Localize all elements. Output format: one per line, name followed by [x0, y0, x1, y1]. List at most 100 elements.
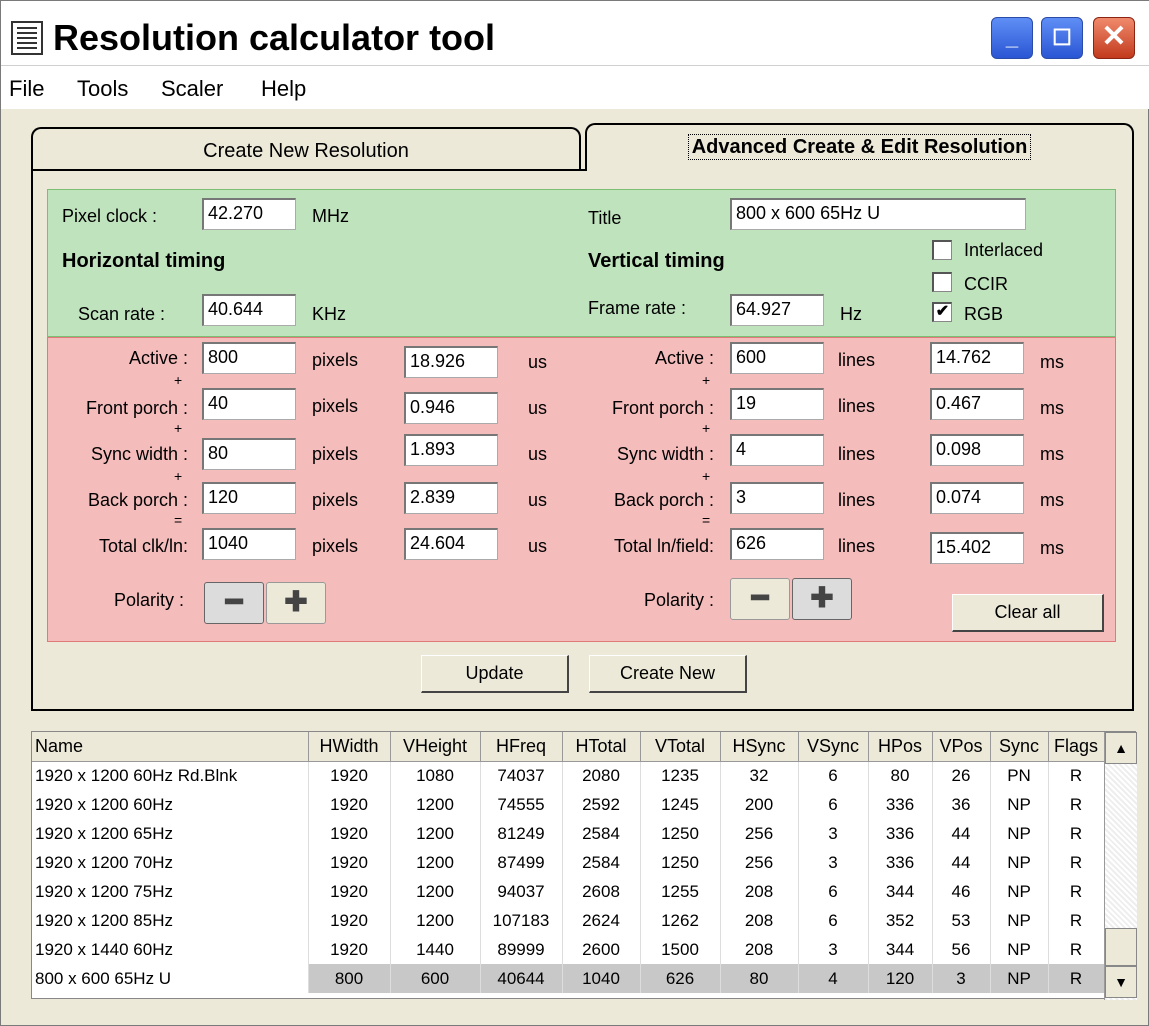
table-cell-sync: NP — [990, 906, 1049, 935]
column-header-flags[interactable]: Flags — [1048, 732, 1105, 762]
v-total-ms-input[interactable]: 15.402 — [930, 532, 1024, 564]
v-front-porch-lines-input[interactable]: 19 — [730, 388, 824, 420]
table-row[interactable]: 1920 x 1200 85Hz 1920 1200 107183 2624 1262 20… — [32, 906, 1105, 935]
column-header-vsync[interactable]: VSync — [798, 732, 869, 762]
column-header-name[interactable]: Name — [32, 732, 309, 762]
column-header-htotal[interactable]: HTotal — [562, 732, 641, 762]
h-us-unit: us — [528, 352, 548, 372]
clear-all-button[interactable]: Clear all — [952, 594, 1104, 632]
table-row[interactable]: 800 x 600 65Hz U 800 600 40644 1040 626 80 4 120… — [32, 964, 1105, 993]
table-cell-vpos: 44 — [932, 819, 991, 848]
table-cell-name: 1920 x 1200 60Hz Rd.Blnk — [32, 761, 309, 790]
vertical-scrollbar[interactable]: ▲ ▼ — [1104, 732, 1137, 1000]
menu-help[interactable]: Help — [261, 76, 306, 102]
scroll-down-arrow-icon[interactable]: ▼ — [1105, 966, 1137, 998]
ccir-checkbox[interactable] — [932, 272, 952, 292]
close-button[interactable]: ✕ — [1093, 17, 1135, 59]
title-input[interactable]: 800 x 600 65Hz U — [730, 198, 1026, 230]
h-polarity-minus-button[interactable]: ━ — [204, 582, 264, 624]
scan-rate-input[interactable]: 40.644 — [202, 294, 296, 326]
table-cell-flags: R — [1048, 819, 1105, 848]
table-cell-hpos: 336 — [868, 848, 933, 877]
v-active-ms-input[interactable]: 14.762 — [930, 342, 1024, 374]
v-total-lines-input[interactable]: 626 — [730, 528, 824, 560]
h-sync-width-us-input[interactable]: 1.893 — [404, 434, 498, 466]
v-polarity-plus-button[interactable]: ✚ — [792, 578, 852, 620]
table-row[interactable]: 1920 x 1200 60Hz Rd.Blnk 1920 1080 74037 208… — [32, 761, 1105, 790]
pixel-clock-label: Pixel clock : — [62, 206, 158, 226]
h-polarity-plus-button[interactable]: ✚ — [266, 582, 326, 624]
v-lines-unit: lines — [838, 536, 876, 556]
tab-advanced-create-edit[interactable]: Advanced Create & Edit Resolution — [585, 123, 1134, 171]
menu-file[interactable]: File — [9, 76, 44, 102]
update-button[interactable]: Update — [421, 655, 569, 693]
h-active-pixels-input[interactable]: 800 — [202, 342, 296, 374]
create-new-button-label: Create New — [619, 663, 716, 683]
v-plus-sign: + — [702, 468, 711, 484]
scroll-up-arrow-icon[interactable]: ▲ — [1105, 732, 1137, 764]
h-active-us-input[interactable]: 18.926 — [404, 346, 498, 378]
v-sync-width-ms-input[interactable]: 0.098 — [930, 434, 1024, 466]
column-header-hpos[interactable]: HPos — [868, 732, 933, 762]
menu-scaler[interactable]: Scaler — [161, 76, 223, 102]
v-back-porch-lines-input[interactable]: 3 — [730, 482, 824, 514]
table-cell-vheight: 1200 — [390, 848, 481, 877]
table-cell-sync: NP — [990, 790, 1049, 819]
column-header-vtotal[interactable]: VTotal — [640, 732, 721, 762]
h-us-unit: us — [528, 490, 548, 510]
h-front-porch-us-input[interactable]: 0.946 — [404, 392, 498, 424]
table-cell-vpos: 44 — [932, 848, 991, 877]
rgb-label: RGB — [964, 304, 1004, 324]
column-header-hfreq[interactable]: HFreq — [480, 732, 563, 762]
column-header-vpos[interactable]: VPos — [932, 732, 991, 762]
table-row[interactable]: 1920 x 1200 75Hz 1920 1200 94037 2608 1255 208… — [32, 877, 1105, 906]
table-cell-vheight: 1200 — [390, 906, 481, 935]
h-front-porch-pixels-input[interactable]: 40 — [202, 388, 296, 420]
maximize-button[interactable]: ☐ — [1041, 17, 1083, 59]
pixel-clock-input[interactable]: 42.270 — [202, 198, 296, 230]
create-new-button[interactable]: Create New — [589, 655, 747, 693]
h-sync-width-pixels-input[interactable]: 80 — [202, 438, 296, 470]
table-cell-vsync: 3 — [798, 935, 869, 964]
rgb-checkbox[interactable]: ✔ — [932, 302, 952, 322]
table-cell-htotal: 2584 — [562, 819, 641, 848]
title-bar[interactable]: Resolution calculator tool _ ☐ ✕ — [1, 1, 1149, 65]
scroll-thumb[interactable] — [1105, 928, 1137, 966]
column-header-hsync[interactable]: HSync — [720, 732, 799, 762]
v-back-porch-ms-input[interactable]: 0.074 — [930, 482, 1024, 514]
h-back-porch-us-input[interactable]: 2.839 — [404, 482, 498, 514]
v-polarity-minus-button[interactable]: ━ — [730, 578, 790, 620]
column-header-hwidth[interactable]: HWidth — [308, 732, 391, 762]
table-cell-vheight: 1200 — [390, 790, 481, 819]
table-cell-hsync: 32 — [720, 761, 799, 790]
column-header-vheight[interactable]: VHeight — [390, 732, 481, 762]
menu-tools[interactable]: Tools — [77, 76, 128, 102]
table-cell-hsync: 200 — [720, 790, 799, 819]
tab-create-new-resolution[interactable]: Create New Resolution — [31, 127, 581, 171]
v-front-porch-ms-input[interactable]: 0.467 — [930, 388, 1024, 420]
minimize-button[interactable]: _ — [991, 17, 1033, 59]
interlaced-checkbox[interactable] — [932, 240, 952, 260]
table-cell-vsync: 6 — [798, 906, 869, 935]
table-cell-vpos: 46 — [932, 877, 991, 906]
column-header-sync[interactable]: Sync — [990, 732, 1049, 762]
h-total-pixels-input[interactable]: 1040 — [202, 528, 296, 560]
table-row[interactable]: 1920 x 1440 60Hz 1920 1440 89999 2600 1500 208… — [32, 935, 1105, 964]
table-cell-hwidth: 1920 — [308, 935, 391, 964]
h-back-porch-pixels-input[interactable]: 120 — [202, 482, 296, 514]
resolution-table: Name HWidth VHeight HFreq HTotal VTotal HSync V… — [32, 732, 1105, 993]
table-cell-sync: NP — [990, 848, 1049, 877]
table-row[interactable]: 1920 x 1200 70Hz 1920 1200 87499 2584 1250 256… — [32, 848, 1105, 877]
table-cell-sync: PN — [990, 761, 1049, 790]
table-row[interactable]: 1920 x 1200 60Hz 1920 1200 74555 2592 1245 200… — [32, 790, 1105, 819]
v-sync-width-lines-input[interactable]: 4 — [730, 434, 824, 466]
frame-rate-input[interactable]: 64.927 — [730, 294, 824, 326]
table-cell-sync: NP — [990, 877, 1049, 906]
resolution-list: Name HWidth VHeight HFreq HTotal VTotal HSync V… — [31, 731, 1137, 1000]
table-cell-name: 1920 x 1440 60Hz — [32, 935, 309, 964]
table-row[interactable]: 1920 x 1200 65Hz 1920 1200 81249 2584 1250 256… — [32, 819, 1105, 848]
v-active-lines-input[interactable]: 600 — [730, 342, 824, 374]
h-total-us-input[interactable]: 24.604 — [404, 528, 498, 560]
general-timing-section: Pixel clock : 42.270 MHz Title 800 x 600… — [47, 189, 1116, 337]
table-cell-hwidth: 1920 — [308, 877, 391, 906]
